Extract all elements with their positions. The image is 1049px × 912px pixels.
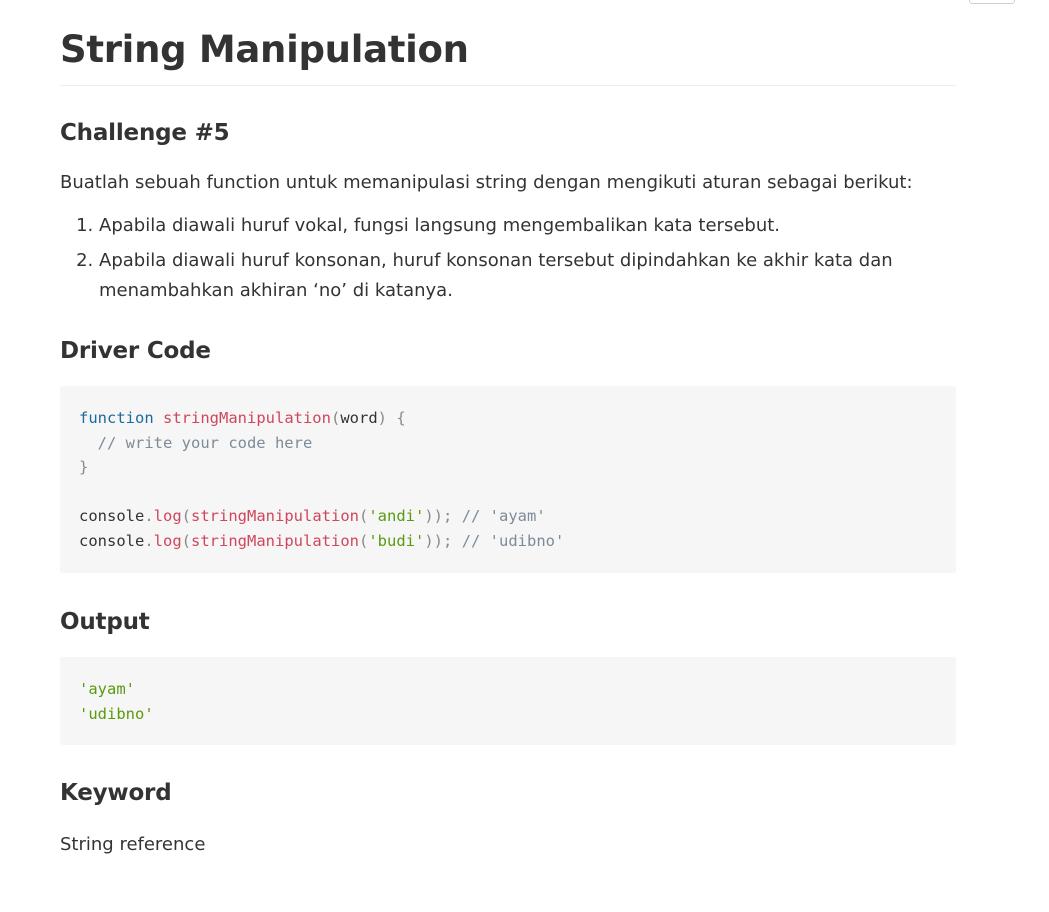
document-content: String Manipulation Challenge #5 Buatlah… [60,0,956,860]
rule-item: Apabila diawali huruf konsonan, huruf ko… [99,246,956,306]
challenge-intro: Buatlah sebuah function untuk memanipula… [60,172,913,193]
page-title: String Manipulation [60,28,956,86]
challenge-heading: Challenge #5 [60,120,230,146]
keyword-text: String reference [60,834,206,855]
driver-code-block: function stringManipulation(word) { // w… [60,386,956,573]
output-line: 'ayam' [79,680,135,698]
code-line: } [79,458,89,476]
code-line: function stringManipulation(word) { [79,409,406,427]
rule-item: Apabila diawali huruf vokal, fungsi lang… [99,211,956,241]
code-line: console.log(stringManipulation('andi'));… [79,507,546,525]
output-code-block: 'ayam' 'udibno' [60,657,956,745]
driver-code-heading: Driver Code [60,338,211,364]
top-right-button[interactable] [969,0,1015,4]
keyword-heading: Keyword [60,780,172,806]
code-line: console.log(stringManipulation('budi'));… [79,531,565,550]
output-heading: Output [60,609,150,635]
rules-list: Apabila diawali huruf vokal, fungsi lang… [60,211,956,306]
output-line: 'udibno' [79,704,154,723]
code-line: // write your code here [97,433,313,452]
